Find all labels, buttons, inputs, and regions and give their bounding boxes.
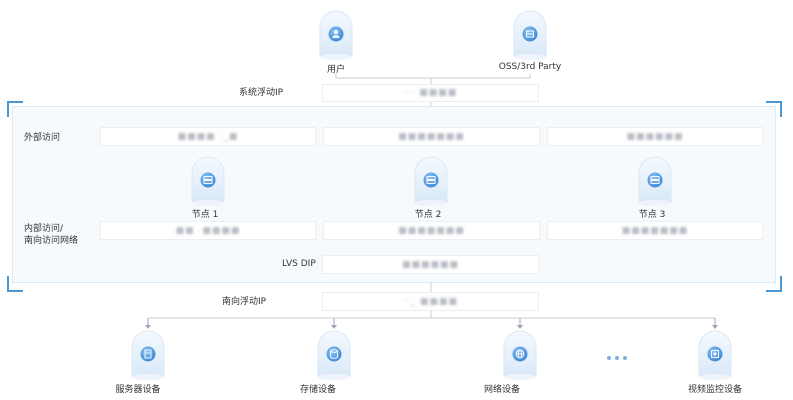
lvs-dip-value: ■■■■■■ [401,259,460,270]
internal-value-1: ■■ ·■■■■ [175,225,241,236]
node-1-label: 节点 1 [191,210,219,220]
video-device-label: 视频监控设备 [687,385,743,395]
external-value-2: ■■■■■■■ [398,131,465,142]
server-device-label: 服务器设备 [115,385,161,395]
panel-corner-top-left [7,101,23,117]
panel-corner-top-right [766,101,782,117]
external-value-1: ■■■■ ·_■ [177,131,239,142]
internal-bar-3: ■■■■■■■ [547,221,763,240]
internal-bar-1: ■■ ·■■■■ [100,221,316,240]
ellipsis-dot-2 [615,356,619,360]
node-3-label: 节点 3 [638,210,666,220]
external-bar-3: ■■■■■■ [547,127,763,146]
server-icon [129,328,167,382]
external-bar-2: ■■■■■■■ [323,127,540,146]
cloud-storage-icon [511,8,549,62]
external-access-label: 外部访问 [24,133,61,143]
south-vip-label: 南向浮动IP [222,297,267,307]
external-value-3: ■■■■■■ [626,131,684,142]
user-label: 用户 [326,65,346,75]
server-node-icon [636,154,674,208]
storage-device-label: 存储设备 [299,385,337,395]
internal-access-label-line2: 南向访问网络 [24,236,79,246]
internal-value-2: ■■■■■■■ [398,225,465,236]
ellipsis-dot-3 [623,356,627,360]
oss-label: OSS/3rd Party [498,62,562,72]
lvs-dip-label: LVS DIP [282,259,316,269]
network-icon [501,328,539,382]
server-node-icon [412,154,450,208]
internal-access-label-line1: 内部访问/ [24,224,64,234]
server-node-icon [189,154,227,208]
network-device-label: 网络设备 [483,385,521,395]
system-vip-label: 系统浮动IP [239,88,284,98]
lvs-dip-bar: ■■■■■■ [322,255,539,274]
internal-bar-2: ■■■■■■■ [323,221,540,240]
south-vip-value: ··_ ■■■■ [402,296,459,307]
internal-value-3: ■■■■■■■ [621,225,689,236]
panel-corner-bottom-left [7,276,23,292]
system-vip-bar: ··· ■■■■ [322,84,539,102]
panel-corner-bottom-right [766,276,782,292]
video-surveillance-icon [696,328,734,382]
node-2-label: 节点 2 [414,210,442,220]
ellipsis-dot-1 [607,356,611,360]
user-icon [317,8,355,62]
storage-icon [315,328,353,382]
external-bar-1: ■■■■ ·_■ [100,127,316,146]
south-vip-bar: ··_ ■■■■ [322,292,539,311]
system-vip-value: ··· ■■■■ [403,88,458,98]
